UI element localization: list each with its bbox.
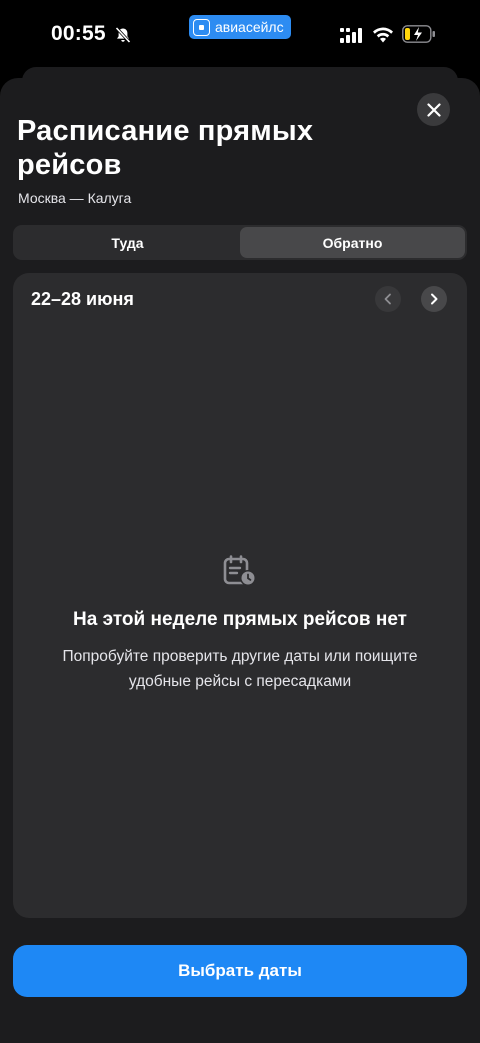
schedule-card: 22–28 июня На этой неделе прямых рейсов … <box>13 273 467 918</box>
empty-state-title: На этой неделе прямых рейсов нет <box>73 609 407 630</box>
previous-week-button[interactable] <box>375 286 401 312</box>
week-range-label: 22–28 июня <box>31 289 134 309</box>
close-button[interactable] <box>417 93 450 126</box>
status-bar: 00:55 авиасейлс <box>0 0 480 70</box>
bell-off-icon <box>115 26 131 44</box>
route-subtitle: Москва — Калуга <box>18 190 132 206</box>
tab-outbound[interactable]: Туда <box>15 227 240 258</box>
status-time: 00:55 <box>51 22 106 45</box>
tab-return[interactable]: Обратно <box>240 227 465 258</box>
next-week-button[interactable] <box>421 286 447 312</box>
app-return-label: авиасейлс <box>215 19 284 35</box>
app-return-pill[interactable]: авиасейлс <box>189 15 291 39</box>
close-icon <box>426 102 441 117</box>
aviasales-logo-icon <box>193 18 210 36</box>
choose-dates-button[interactable]: Выбрать даты <box>13 945 467 997</box>
wifi-icon <box>373 27 393 43</box>
cellular-signal-icon <box>340 28 362 43</box>
page-title: Расписание прямых рейсов <box>17 115 314 181</box>
chevron-right-icon <box>431 293 438 305</box>
direction-segmented-control: Туда Обратно <box>13 225 467 260</box>
battery-charging-icon <box>402 25 435 43</box>
chevron-left-icon <box>384 293 391 305</box>
empty-state-text: Попробуйте проверить другие даты или пои… <box>62 648 418 690</box>
calendar-clock-icon <box>223 555 256 586</box>
